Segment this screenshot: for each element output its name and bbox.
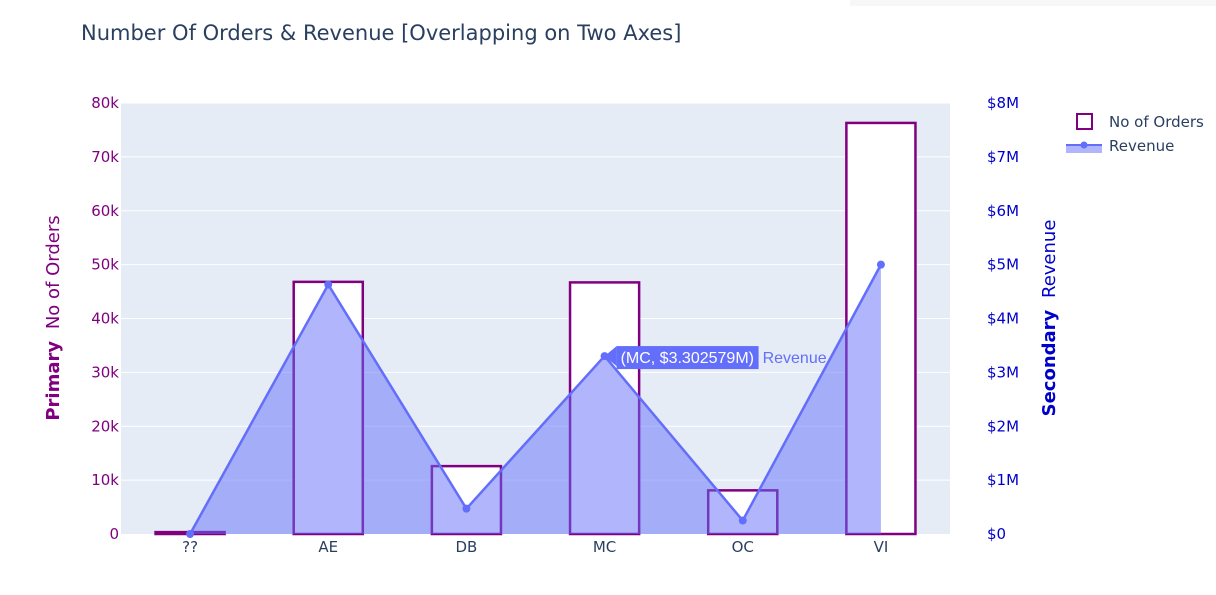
revenue-point-AE[interactable] [324,280,333,289]
primary-y-tick-label: 50k [91,256,119,274]
chart: Number Of Orders & Revenue [Overlapping … [43,0,1216,556]
primary-y-tick-label: 20k [91,417,119,435]
hover-series-name: Revenue [763,350,827,367]
secondary-y-tick-label: $4M [987,310,1019,328]
primary-y-tick-label: 80k [91,94,119,112]
x-tick-label: ?? [182,538,198,556]
secondary-y-tick-label: $5M [987,256,1019,274]
primary-axis-title: Primary No of Orders [43,215,64,420]
primary-y-tick-label: 0 [109,525,119,543]
primary-y-tick-label: 40k [91,310,119,328]
secondary-y-tick-label: $7M [987,148,1019,166]
secondary-y-tick-label: $8M [987,94,1019,112]
secondary-y-tick-label: $1M [987,471,1019,489]
chart-title: Number Of Orders & Revenue [Overlapping … [81,21,681,45]
legend-item-revenue[interactable]: Revenue [1066,137,1174,155]
legend-revenue-label: Revenue [1109,137,1174,155]
revenue-point-DB[interactable] [462,504,471,513]
primary-y-axis: 0 10k 20k 30k 40k 50k 60k 70k 80k [91,94,119,543]
hover-tooltip: (MC, $3.302579M) Revenue [604,346,827,370]
secondary-y-tick-label: $0 [987,525,1006,543]
secondary-y-axis: $0 $1M $2M $3M $4M $5M $6M $7M $8M [987,94,1019,543]
legend-item-orders[interactable]: No of Orders [1076,113,1204,131]
modebar-strip [850,0,1216,6]
x-tick-label: OC [732,538,754,556]
revenue-point-OC[interactable] [738,516,747,525]
primary-axis-title-bold: Primary [43,341,64,421]
x-tick-label: MC [593,538,616,556]
secondary-y-tick-label: $3M [987,363,1019,381]
hover-value: (MC, $3.302579M) [621,350,754,367]
legend-orders-swatch [1076,113,1093,130]
x-axis: ?? AE DB MC OC VI [182,538,888,556]
secondary-axis-title-rest: Revenue [1039,220,1060,298]
revenue-point-qq[interactable] [186,530,195,538]
legend-orders-label: No of Orders [1109,113,1204,131]
legend: No of Orders Revenue [1066,113,1204,155]
x-tick-label: DB [455,538,477,556]
secondary-axis-title-bold: Secondary [1039,309,1060,416]
legend-revenue-marker [1080,141,1088,149]
secondary-y-tick-label: $6M [987,202,1019,220]
primary-y-tick-label: 60k [91,202,119,220]
secondary-y-tick-label: $2M [987,417,1019,435]
primary-y-tick-label: 10k [91,471,119,489]
secondary-axis-title: Secondary Revenue [1039,220,1060,417]
primary-axis-title-rest: No of Orders [43,215,64,329]
primary-y-tick-label: 70k [91,148,119,166]
primary-y-tick-label: 30k [91,363,119,381]
modebar [850,0,1216,6]
x-tick-label: VI [874,538,889,556]
revenue-point-VI[interactable] [876,260,885,269]
x-tick-label: AE [318,538,338,556]
